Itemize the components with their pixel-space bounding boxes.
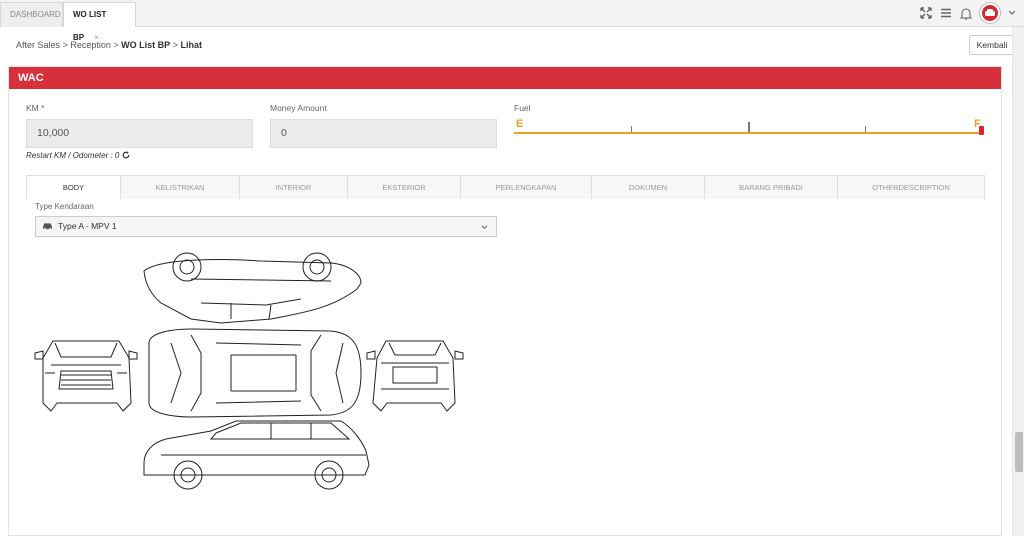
tab-interior[interactable]: INTERIOR <box>239 175 348 199</box>
breadcrumb-separator: > <box>172 40 178 50</box>
restart-km-label: Restart KM / Odometer : 0 <box>26 151 120 160</box>
fuel-slider-handle[interactable] <box>979 126 984 135</box>
chevron-down-icon[interactable] <box>1008 10 1016 16</box>
fuel-tick <box>631 126 632 132</box>
fuel-gauge[interactable]: E F <box>514 117 986 137</box>
tab-dashboard-label: DASHBOARD <box>10 10 61 19</box>
vehicle-type-value: Type A - MPV 1 <box>58 221 117 231</box>
page-scrollbar[interactable] <box>1012 27 1024 536</box>
scrollbar-thumb[interactable] <box>1015 432 1023 472</box>
breadcrumb-reception[interactable]: Reception <box>70 40 111 50</box>
tab-perlengkapan[interactable]: PERLENGKAPAN <box>460 175 592 199</box>
km-label: KM * <box>26 103 45 113</box>
tab-eksterior[interactable]: EKSTERIOR <box>347 175 461 199</box>
tab-wo-list-bp-label: WO LIST BP <box>73 10 107 42</box>
tab-wo-list-bp[interactable]: WO LIST BP × <box>63 2 136 42</box>
money-amount-label: Money Amount <box>270 103 327 113</box>
expand-icon[interactable] <box>920 7 932 19</box>
tab-otherdescription[interactable]: OTHERDESCRIPTION <box>837 175 985 199</box>
breadcrumb-separator: > <box>62 40 68 50</box>
breadcrumb-separator: > <box>113 40 119 50</box>
fuel-label: Fuel <box>514 103 531 113</box>
type-kendaraan-label: Type Kendaraan <box>35 202 94 211</box>
fuel-tick <box>748 122 750 132</box>
chevron-down-icon <box>481 225 488 230</box>
km-field[interactable]: 10,000 <box>26 119 253 148</box>
tab-body[interactable]: BODY <box>26 175 121 199</box>
fuel-tick <box>865 126 866 132</box>
breadcrumb-lihat: Lihat <box>180 40 202 50</box>
kembali-button[interactable]: Kembali <box>969 35 1015 55</box>
money-amount-field[interactable]: 0 <box>270 119 497 148</box>
car-right-side-view <box>143 420 370 490</box>
fuel-track <box>514 132 984 134</box>
refresh-icon[interactable] <box>122 151 130 159</box>
top-tab-bar: DASHBOARD WO LIST BP × <box>0 0 1024 42</box>
car-rear-view <box>366 340 464 412</box>
tab-dashboard[interactable]: DASHBOARD <box>0 2 63 27</box>
tab-dokumen[interactable]: DOKUMEN <box>591 175 705 199</box>
fuel-empty-label: E <box>516 118 524 130</box>
car-left-side-view <box>143 252 362 324</box>
section-tabs: BODY KELISTRIKAN INTERIOR EKSTERIOR PERL… <box>26 175 985 199</box>
car-top-view <box>148 328 362 418</box>
vehicle-type-select[interactable]: Type A - MPV 1 <box>35 216 497 237</box>
vehicle-body-diagram[interactable] <box>31 243 471 503</box>
tab-kelistrikan[interactable]: KELISTRIKAN <box>120 175 240 199</box>
wac-panel: WAC KM * 10,000 Money Amount 0 Fuel E F … <box>8 66 1002 536</box>
avatar-car-icon <box>985 9 995 16</box>
car-front-view <box>34 340 138 412</box>
breadcrumb: After Sales > Reception > WO List BP > L… <box>16 40 202 50</box>
header-icons <box>920 2 1016 24</box>
breadcrumb-wo-list-bp[interactable]: WO List BP <box>121 40 170 50</box>
panel-title: WAC <box>9 67 1001 89</box>
bell-icon[interactable] <box>960 7 972 20</box>
tab-barang-pribadi[interactable]: BARANG PRIBADI <box>704 175 838 199</box>
restart-km-text: Restart KM / Odometer : 0 <box>26 151 130 160</box>
menu-icon[interactable] <box>940 7 952 19</box>
breadcrumb-after-sales[interactable]: After Sales <box>16 40 60 50</box>
car-icon <box>43 223 52 230</box>
user-avatar[interactable] <box>980 3 1000 23</box>
